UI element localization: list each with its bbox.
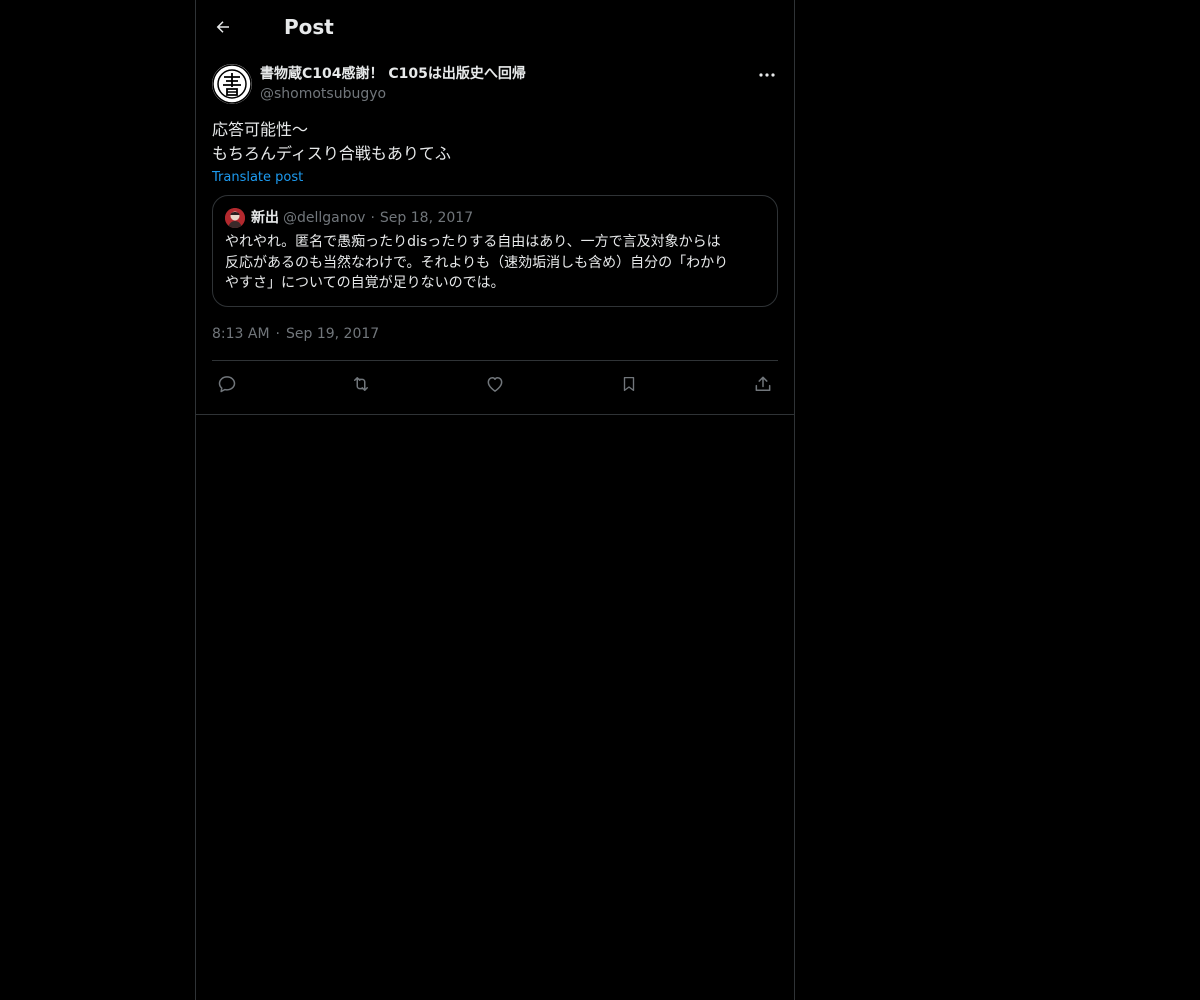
quoted-text: やれやれ。匿名で愚痴ったりdisったりする自由はあり、一方で言及対象からは 反応… [225,234,729,291]
quoted-author-avatar [225,208,245,228]
post-bottom-border [196,414,794,415]
post-detail: 書物蔵C104感謝！ C105は出版史へ回帰 @shomotsubugyo 応答… [196,64,794,408]
page-title: Post [284,15,334,39]
repost-icon [354,377,368,391]
author-display-name[interactable]: 書物蔵C104感謝！ C105は出版史へ回帰 [260,64,526,84]
book-kanji-avatar-icon [212,64,252,104]
reply-button[interactable] [216,373,238,395]
translate-post-link[interactable]: Translate post [212,170,303,185]
post-author-row: 書物蔵C104感謝！ C105は出版史へ回帰 @shomotsubugyo [212,64,778,104]
bookmark-button[interactable] [618,373,640,395]
timestamp-separator: · [275,325,280,342]
page-header: Post [196,0,794,54]
quoted-handle: @dellganov [283,210,366,226]
more-options-button[interactable] [756,66,778,84]
quoted-post-header: 新出 @dellganov · Sep 18, 2017 [225,208,765,228]
quoted-separator: · [370,210,375,226]
author-meta: 書物蔵C104感謝！ C105は出版史へ回帰 @shomotsubugyo [260,64,526,104]
repost-button[interactable] [350,373,372,395]
heart-icon [487,377,503,392]
more-horizontal-icon [759,73,775,77]
share-icon [755,376,771,391]
post-text: 応答可能性〜 もちろんディスり合戦もありてふ [212,120,451,163]
like-button[interactable] [484,373,506,395]
author-avatar[interactable] [212,64,252,104]
action-bar [212,361,778,408]
back-button[interactable] [212,16,234,38]
quoted-date: Sep 18, 2017 [379,210,474,226]
primary-column: Post 書物蔵C104感謝！ C105は出版史へ回帰 @shomotsubug… [195,0,795,1000]
share-button[interactable] [752,373,774,395]
post-time[interactable]: 8:13 AM [212,326,270,342]
arrow-left-icon [216,21,229,33]
author-handle[interactable]: @shomotsubugyo [260,84,526,104]
quoted-post[interactable]: 新出 @dellganov · Sep 18, 2017 やれやれ。匿名で愚痴っ… [212,195,778,307]
reply-icon [218,376,236,393]
post-date[interactable]: Sep 19, 2017 [286,326,379,342]
post-timestamp: 8:13 AM · Sep 19, 2017 [212,324,778,344]
bookmark-icon [623,376,635,392]
portrait-avatar-icon [225,208,245,228]
quoted-display-name: 新出 [251,210,279,226]
